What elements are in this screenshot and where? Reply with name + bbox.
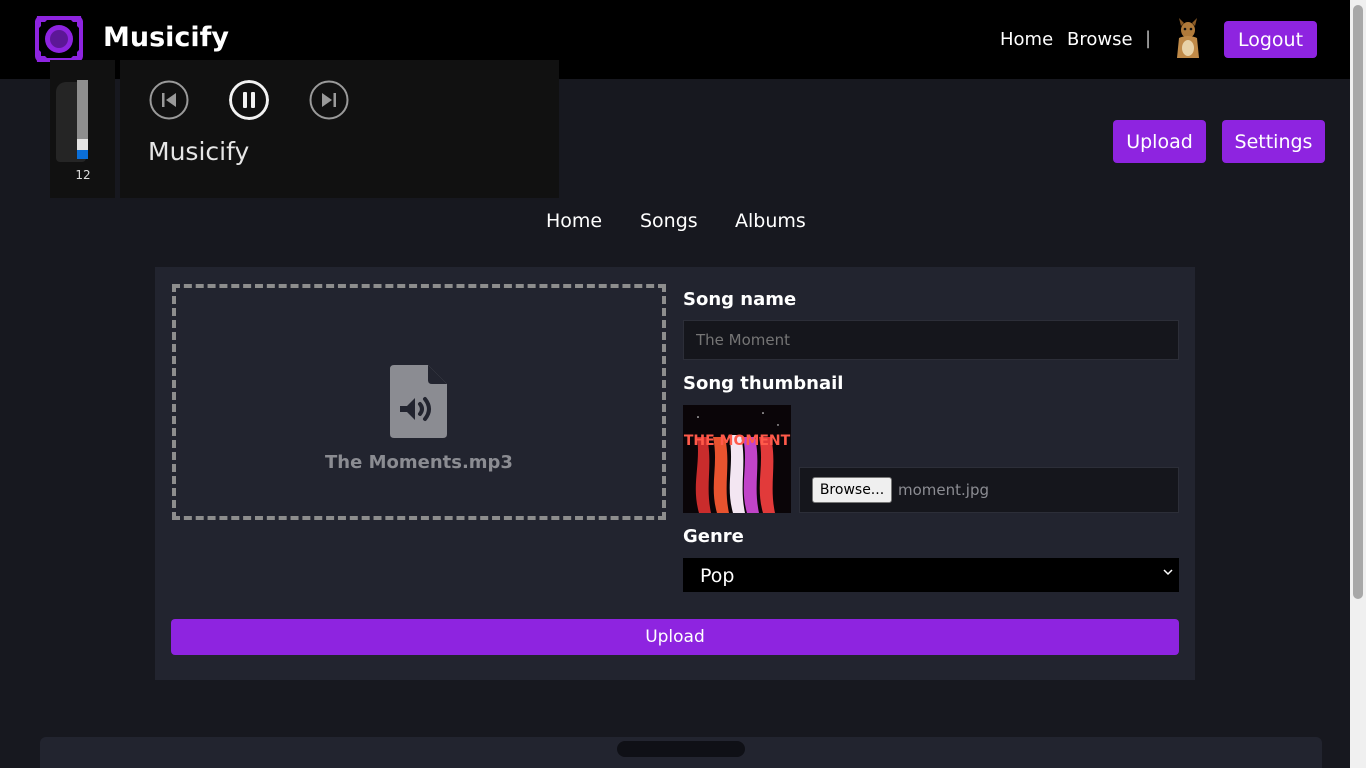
- volume-value: 12: [75, 168, 91, 182]
- thumbnail-file-name: moment.jpg: [898, 481, 989, 499]
- audio-file-icon: [390, 365, 447, 438]
- upload-button[interactable]: Upload: [1113, 120, 1206, 163]
- tab-home[interactable]: Home: [546, 210, 602, 232]
- player-panel: [120, 60, 559, 198]
- genre-select[interactable]: [683, 558, 1179, 592]
- tab-albums[interactable]: Albums: [735, 210, 806, 232]
- song-thumbnail-label: Song thumbnail: [683, 373, 844, 394]
- upload-submit-button[interactable]: Upload: [171, 619, 1179, 655]
- song-name-input[interactable]: [683, 320, 1179, 360]
- bottom-panel-handle[interactable]: [617, 741, 745, 757]
- skip-previous-icon[interactable]: [149, 80, 189, 120]
- tab-songs[interactable]: Songs: [640, 210, 698, 232]
- avatar[interactable]: [1172, 16, 1204, 60]
- skip-next-icon[interactable]: [309, 80, 349, 120]
- genre-label: Genre: [683, 526, 744, 547]
- volume-slider-remaining: [77, 80, 88, 139]
- settings-button[interactable]: Settings: [1222, 120, 1325, 163]
- song-name-label: Song name: [683, 289, 797, 310]
- pause-icon[interactable]: [229, 80, 269, 120]
- chevron-down-icon: [1163, 569, 1173, 576]
- nav-home-link[interactable]: Home: [1000, 29, 1053, 50]
- player-title: Musicify: [148, 137, 250, 166]
- scrollbar-thumb[interactable]: [1353, 5, 1363, 599]
- volume-slider-fill[interactable]: [77, 150, 88, 159]
- logout-button[interactable]: Logout: [1224, 21, 1317, 58]
- browse-button[interactable]: Browse...: [812, 477, 892, 503]
- brand-name[interactable]: Musicify: [103, 22, 229, 53]
- genre-selected-value: Pop: [700, 565, 735, 587]
- selected-file-name: The Moments.mp3: [325, 452, 513, 473]
- nav-browse-link[interactable]: Browse: [1067, 29, 1133, 50]
- nav-separator: |: [1145, 28, 1152, 49]
- thumbnail-title: THE MOMENT: [684, 433, 791, 449]
- logo-icon[interactable]: [31, 12, 87, 66]
- thumbnail-preview: THE MOMENT: [683, 405, 791, 513]
